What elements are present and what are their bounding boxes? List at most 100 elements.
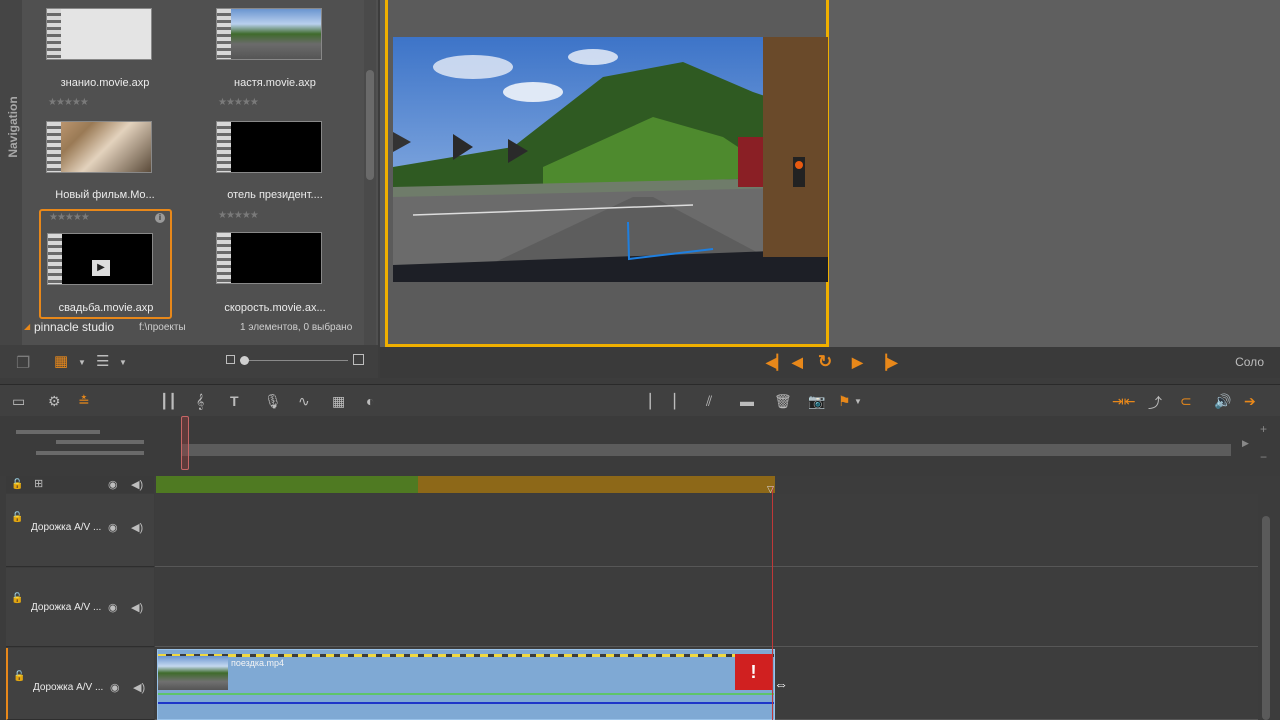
asset-name: свадьба.movie.axp [58, 302, 154, 314]
asset-tile-selected[interactable]: ★★★★★ i ▶ свадьба.movie.axp [39, 209, 172, 319]
loop-icon[interactable]: ↻ [818, 352, 832, 372]
lock-icon[interactable]: 🔓 [11, 512, 23, 523]
timeline-navigator[interactable]: ▶ + − [0, 416, 1280, 476]
grid-view-icon[interactable]: ▦ [54, 352, 68, 370]
eye-icon[interactable]: ◉ [110, 681, 120, 694]
preview-video[interactable] [393, 37, 828, 282]
lock-icon[interactable]: 🔓 [11, 593, 23, 604]
step-forward-icon[interactable]: ▕▶ [876, 354, 898, 371]
insert-mode-icon[interactable]: ➔ [1244, 393, 1256, 410]
clip-unrendered-stripe [158, 654, 774, 657]
settings-icon[interactable]: ⚙ [48, 393, 61, 410]
timeline-playhead[interactable] [772, 486, 773, 720]
audio-ducking-icon[interactable]: ∿ [298, 393, 310, 410]
step-back-icon[interactable]: ◀ [792, 354, 803, 371]
delete-icon[interactable]: 🗑 [774, 393, 792, 410]
eye-icon[interactable]: ◉ [108, 478, 118, 491]
small-size-icon[interactable] [226, 355, 235, 364]
audio-scrub-icon[interactable]: 🔊 [1214, 393, 1231, 410]
scrollbar-thumb[interactable] [366, 70, 374, 180]
mark-in-icon[interactable]: ▕ [640, 393, 651, 410]
track-header[interactable]: 🔓 Дорожка A/V ... ◉ ◀) [6, 568, 154, 647]
eye-icon[interactable]: ◉ [108, 601, 118, 614]
speaker-icon[interactable]: ◀) [131, 478, 143, 491]
track-header-active[interactable]: 🔓 Дорожка A/V ... ◉ ◀) [6, 648, 154, 720]
warning-icon[interactable]: ! [735, 654, 772, 690]
audio-mixer-icon[interactable]: ┃┃ [160, 393, 177, 410]
film-strip-icon [217, 122, 231, 172]
chevron-down-icon[interactable]: ▼ [78, 358, 86, 367]
voice-over-icon[interactable]: 🎙 [264, 393, 282, 410]
navigator-mini-track [36, 451, 144, 455]
eye-icon[interactable]: ◉ [108, 521, 118, 534]
navigator-playhead[interactable] [181, 416, 189, 470]
storyboard-icon[interactable]: ▦ [332, 393, 345, 410]
rating-stars[interactable]: ★★★★★ [218, 210, 259, 221]
zoom-out-icon[interactable]: − [1260, 450, 1267, 464]
render-bar-complete [156, 476, 418, 493]
timeline-tracks: 🔓 ⊞ ◉ ◀) 🔓 Дорожка A/V ... ◉ ◀) 🔓 Дорожк… [0, 476, 1280, 720]
lock-icon[interactable]: 🔓 [13, 671, 25, 682]
library-footer: ◢ pinnacle studio f:\проекты 1 элементов… [22, 320, 362, 340]
asset-tile[interactable]: знанио.movie.axp ★★★★★ [40, 6, 170, 114]
track-lane[interactable] [155, 494, 1258, 567]
zoom-slider[interactable] [240, 360, 348, 361]
library-view-icon[interactable]: ❐ [16, 353, 30, 373]
rating-stars[interactable]: ★★★★★ [218, 97, 259, 108]
track-name[interactable]: Дорожка A/V ... [31, 602, 101, 613]
chevron-down-icon[interactable]: ▼ [854, 397, 862, 406]
montage-icon[interactable]: ◐ [366, 393, 374, 409]
navigator-track[interactable] [182, 444, 1231, 456]
track-options-icon[interactable]: ≛ [78, 393, 90, 410]
track-name[interactable]: Дорожка A/V ... [33, 682, 103, 693]
timeline-vertical-scrollbar[interactable] [1262, 516, 1270, 720]
navigation-tab[interactable]: Navigation [0, 0, 22, 345]
expand-arrow-icon[interactable]: ◢ [24, 322, 30, 331]
track-name[interactable]: Дорожка A/V ... [31, 522, 101, 533]
snapshot-icon[interactable]: 📷 [808, 393, 825, 410]
asset-tile[interactable]: отель президент.... ★★★★★ [210, 119, 340, 227]
ruler-header: 🔓 ⊞ ◉ ◀) [6, 476, 154, 493]
magnet-icon[interactable]: ⊂ [1180, 393, 1192, 410]
clip-audio-line[interactable] [158, 702, 774, 704]
large-size-icon[interactable] [353, 354, 364, 365]
video-clip[interactable]: поездка.mp4 ! [157, 649, 775, 720]
ripple-icon[interactable]: ⇥⇤ [1112, 393, 1135, 410]
list-view-icon[interactable]: ☰ [96, 352, 109, 370]
play-icon[interactable]: ▶ [852, 354, 863, 371]
split-icon[interactable]: ⫽ [706, 393, 712, 410]
speaker-icon[interactable]: ◀) [131, 601, 143, 614]
chevron-down-icon[interactable]: ▼ [119, 358, 127, 367]
rating-stars[interactable]: ★★★★★ [48, 97, 89, 108]
film-strip-icon [217, 233, 231, 283]
track-lane[interactable] [155, 568, 1258, 647]
speaker-icon[interactable]: ◀) [133, 681, 145, 694]
scroll-right-icon[interactable]: ▶ [1242, 438, 1249, 449]
scorefitter-icon[interactable]: 𝄞 [196, 393, 204, 410]
zoom-slider-handle[interactable] [240, 356, 249, 365]
mark-out-icon[interactable]: ▏ [674, 393, 685, 410]
speaker-icon[interactable]: ◀) [131, 521, 143, 534]
library-scrollbar[interactable] [364, 0, 376, 345]
clip-volume-line[interactable] [158, 693, 774, 695]
asset-thumbnail [216, 121, 322, 173]
transition-icon[interactable]: ⤴ [1148, 393, 1162, 413]
library-root[interactable]: pinnacle studio [34, 320, 114, 334]
timeline-layout-icon[interactable]: ▭ [12, 393, 25, 410]
play-icon[interactable]: ▶ [92, 260, 110, 276]
rating-stars[interactable]: ★★★★★ [49, 212, 90, 223]
zoom-in-icon[interactable]: + [1260, 422, 1267, 436]
trim-icon[interactable]: ▬ [740, 393, 754, 409]
track-settings-icon[interactable]: ⊞ [34, 477, 43, 490]
info-icon[interactable]: i [155, 213, 165, 223]
asset-tile[interactable]: настя.movie.axp ★★★★★ [210, 6, 340, 114]
playhead-marker-icon[interactable]: ▽ [767, 484, 774, 495]
library-panel: Navigation знанио.movie.axp ★★★★★ настя.… [0, 0, 378, 378]
solo-toggle[interactable]: Соло [1235, 355, 1264, 369]
player-panel: ◀▏ ◀ ↻ ▶ ▕▶ Соло [380, 0, 1280, 378]
marker-icon[interactable]: ⚑ [838, 393, 851, 410]
lock-icon[interactable]: 🔓 [11, 479, 23, 490]
track-header[interactable]: 🔓 Дорожка A/V ... ◉ ◀) [6, 494, 154, 567]
title-icon[interactable]: T [230, 393, 239, 409]
go-to-start-icon[interactable]: ◀▏ [766, 354, 788, 371]
